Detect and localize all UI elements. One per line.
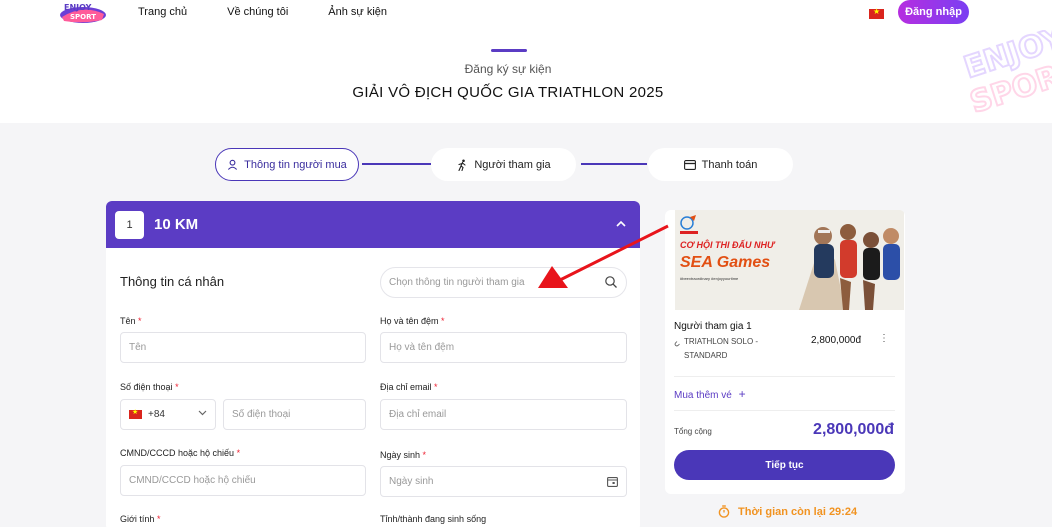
banner-hashtags: #beextraordinary #enjoyyourtime xyxy=(680,276,739,281)
stopwatch-icon xyxy=(718,505,730,518)
last-name-label: Họ và tên đệm * xyxy=(380,316,445,326)
plus-icon: + xyxy=(738,387,746,401)
top-header: ENJOY SPORT Trang chủ Về chúng tôi Ảnh s… xyxy=(0,0,1052,123)
sea-games-promo-banner: CƠ HỘI THI ĐẤU NHƯ SEA Games #beextraord… xyxy=(675,210,904,310)
more-options-icon[interactable]: ⋮ xyxy=(879,333,889,344)
title-accent-line xyxy=(491,49,527,52)
nav-item-gallery[interactable]: Ảnh sự kiện xyxy=(328,6,387,18)
email-label: Địa chỉ email * xyxy=(380,382,438,392)
phone-label: Số điện thoại * xyxy=(120,382,179,392)
enjoy-sport-watermark-logo: ENJOY SPORT xyxy=(959,30,1052,122)
vietnam-flag-icon[interactable] xyxy=(869,7,884,19)
main-nav: Trang chủ Về chúng tôi Ảnh sự kiện xyxy=(138,6,427,18)
total-label: Tổng cộng xyxy=(674,427,712,436)
countdown-timer: Thời gian còn lại 29:24 xyxy=(718,505,857,518)
ticket-type: TRIATHLON SOLO - STANDARD xyxy=(674,335,774,363)
credit-card-icon xyxy=(683,159,696,170)
id-input[interactable]: CMND/CCCD hoặc hộ chiếu xyxy=(120,465,366,496)
dob-input[interactable]: Ngày sinh xyxy=(380,466,627,497)
chevron-down-icon xyxy=(198,410,207,416)
nav-item-about[interactable]: Về chúng tôi xyxy=(227,6,288,18)
athletes-photo xyxy=(785,210,904,310)
country-code: +84 xyxy=(148,409,165,420)
banner-sea-games: SEA Games xyxy=(680,254,771,271)
red-annotation-arrow xyxy=(538,224,669,288)
total-value: 2,800,000đ xyxy=(813,421,894,438)
link-icon xyxy=(674,341,680,347)
step-participants[interactable]: Người tham gia xyxy=(431,148,576,181)
runner-icon xyxy=(458,159,466,171)
email-input[interactable]: Địa chỉ email xyxy=(380,399,627,430)
buy-more-tickets-link[interactable]: Mua thêm vé + xyxy=(674,387,746,401)
continue-button[interactable]: Tiếp tục xyxy=(674,450,895,480)
first-name-label: Tên * xyxy=(120,316,142,326)
event-subtitle: Đăng ký sự kiện xyxy=(464,62,552,76)
step-label: Thanh toán xyxy=(701,158,758,171)
participant-name: Người tham gia 1 xyxy=(674,321,752,332)
country-code-select[interactable]: +84 xyxy=(120,399,216,430)
dob-label: Ngày sinh * xyxy=(380,450,427,460)
summary-divider xyxy=(674,410,895,411)
event-title: GIẢI VÔ ĐỊCH QUỐC GIA TRIATHLON 2025 xyxy=(352,84,664,101)
first-name-input[interactable]: Tên xyxy=(120,332,366,363)
search-placeholder: Chọn thông tin người tham gia xyxy=(389,277,525,288)
id-label: CMND/CCCD hoặc hộ chiếu * xyxy=(120,448,241,458)
province-label: Tỉnh/thành đang sinh sống xyxy=(380,514,487,524)
enjoy-sport-logo[interactable]: ENJOY SPORT xyxy=(58,0,108,24)
ticket-price: 2,800,000đ xyxy=(811,335,862,346)
event-logo-icon xyxy=(680,215,698,234)
last-name-input[interactable]: Họ và tên đệm xyxy=(380,332,627,363)
vietnam-flag-icon xyxy=(129,408,142,419)
calendar-icon[interactable] xyxy=(607,476,618,487)
step-payment[interactable]: Thanh toán xyxy=(648,148,793,181)
phone-input[interactable]: Số điện thoại xyxy=(223,399,366,430)
step-connector xyxy=(362,163,431,165)
gender-label: Giới tính * xyxy=(120,514,161,524)
nav-item-home[interactable]: Trang chủ xyxy=(138,6,187,18)
login-button[interactable]: Đăng nhập xyxy=(898,0,969,24)
ticket-distance: 10 KM xyxy=(154,216,199,233)
step-buyer-info[interactable]: Thông tin người mua xyxy=(215,148,359,181)
banner-headline: CƠ HỘI THI ĐẤU NHƯ xyxy=(680,240,775,250)
svg-text:SPORT: SPORT xyxy=(70,13,96,21)
user-icon xyxy=(228,159,238,170)
ticket-number-badge: 1 xyxy=(115,210,144,239)
svg-text:ENJOY: ENJOY xyxy=(64,3,92,12)
order-summary-card: CƠ HỘI THI ĐẤU NHƯ SEA Games #beextraord… xyxy=(665,210,905,494)
personal-info-title: Thông tin cá nhân xyxy=(120,274,225,289)
step-connector xyxy=(581,163,647,165)
step-label: Người tham gia xyxy=(474,158,551,171)
step-label: Thông tin người mua xyxy=(244,158,347,171)
summary-divider xyxy=(674,376,895,377)
